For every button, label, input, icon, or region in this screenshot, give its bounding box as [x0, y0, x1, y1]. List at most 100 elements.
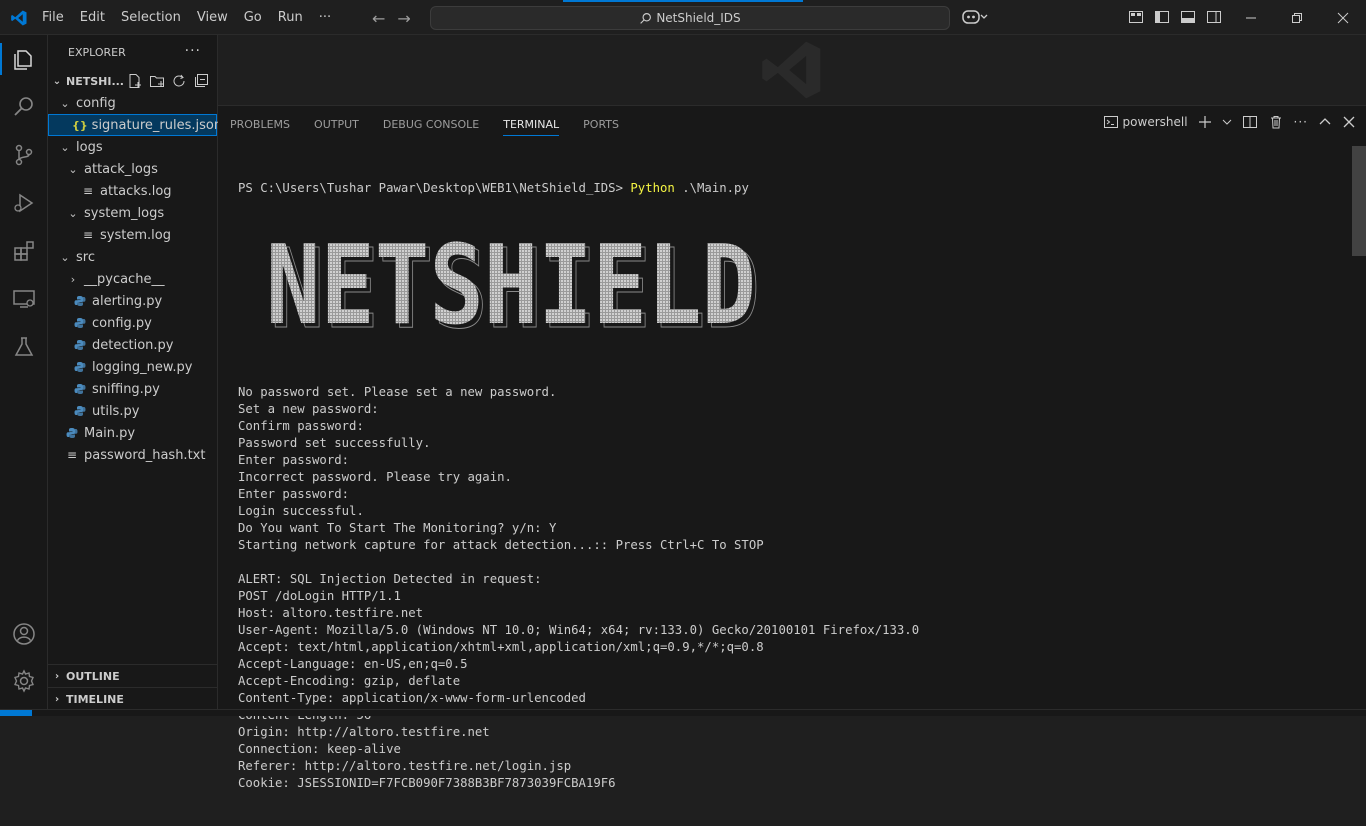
chevron-right-icon: ›: [54, 693, 60, 705]
tree-item-password-hash-txt[interactable]: ≡ password_hash.txt: [48, 444, 217, 466]
menu-edit[interactable]: Edit: [72, 10, 113, 25]
terminal-shell-name: powershell: [1122, 115, 1188, 129]
toggle-panel-icon[interactable]: [1180, 9, 1196, 25]
tree-item-logging-new-py[interactable]: logging_new.py: [48, 356, 217, 378]
terminal-line: Enter password:: [238, 487, 350, 501]
menu-file[interactable]: File: [34, 10, 72, 25]
extensions-icon[interactable]: [12, 239, 36, 263]
terminal-line: Accept-Encoding: gzip, deflate: [238, 674, 461, 688]
terminal-line: Confirm password:: [238, 419, 364, 433]
tree-item-signature-rules-json[interactable]: {} signature_rules.json: [48, 114, 222, 136]
remote-explorer-icon[interactable]: [12, 287, 36, 311]
toggle-primary-sidebar-icon[interactable]: [1154, 9, 1170, 25]
terminal-output[interactable]: PS C:\Users\Tushar Pawar\Desktop\WEB1\Ne…: [238, 146, 1348, 826]
tree-item-utils-py[interactable]: utils.py: [48, 400, 217, 422]
terminal-shell-badge[interactable]: powershell: [1103, 114, 1188, 130]
tree-item-src[interactable]: ⌄ src: [48, 246, 217, 268]
chevron-down-icon[interactable]: [1222, 117, 1232, 127]
panel-more-icon[interactable]: ···: [1294, 115, 1308, 129]
bottom-sections: › OUTLINE › TIMELINE: [48, 664, 218, 710]
terminal-command-python: Python: [630, 181, 675, 195]
file-tree: ⌄ config {} signature_rules.json ⌄ logs ⌄ attac…: [48, 92, 222, 466]
terminal-line: Accept: text/html,application/xhtml+xml,…: [238, 640, 764, 654]
tree-item-pycache[interactable]: › __pycache__: [48, 268, 217, 290]
tree-item-main-py[interactable]: Main.py: [48, 422, 217, 444]
banner-text: NETSHIELD: [266, 235, 756, 335]
project-section[interactable]: ⌄ NETSHI...: [48, 70, 217, 92]
terminal-line: Referer: http://altoro.testfire.net/logi…: [238, 759, 572, 773]
chevron-down-icon: ⌄: [68, 206, 78, 220]
refresh-icon[interactable]: [171, 73, 187, 89]
terminal-line: User-Agent: Mozilla/5.0 (Windows NT 10.0…: [238, 623, 920, 637]
tab-ports[interactable]: PORTS: [583, 106, 619, 142]
forward-arrow-icon[interactable]: →: [397, 9, 410, 28]
text-file-icon: ≡: [66, 448, 78, 462]
explorer-title: EXPLORER: [68, 46, 126, 59]
copilot-icon[interactable]: [962, 8, 988, 26]
collapse-all-icon[interactable]: [193, 73, 209, 89]
back-arrow-icon[interactable]: ←: [372, 9, 385, 28]
python-file-icon: [72, 317, 88, 329]
minimize-icon[interactable]: [1228, 0, 1274, 35]
outline-section[interactable]: › OUTLINE: [48, 664, 218, 687]
trash-icon[interactable]: [1268, 114, 1284, 130]
tree-item-label: src: [76, 249, 95, 265]
run-debug-icon[interactable]: [12, 191, 36, 215]
menu-view[interactable]: View: [189, 10, 236, 25]
title-progress-strip: [563, 0, 803, 2]
terminal-line: Origin: http://altoro.testfire.net: [238, 725, 490, 739]
tree-item-attack-logs[interactable]: ⌄ attack_logs: [48, 158, 217, 180]
source-control-icon[interactable]: [12, 143, 36, 167]
timeline-section[interactable]: › TIMELINE: [48, 687, 218, 710]
terminal-command-line: PS C:\Users\Tushar Pawar\Desktop\WEB1\Ne…: [238, 180, 1348, 197]
menu-go[interactable]: Go: [236, 10, 270, 25]
customize-layout-icon[interactable]: [1128, 9, 1144, 25]
accounts-icon[interactable]: [12, 622, 36, 646]
chevron-right-icon: ›: [54, 670, 60, 682]
split-terminal-icon[interactable]: [1242, 114, 1258, 130]
tree-item-label: signature_rules.json: [91, 117, 223, 133]
terminal-scrollbar[interactable]: [1352, 146, 1366, 256]
terminal-line: Accept-Language: en-US,en;q=0.5: [238, 657, 468, 671]
new-terminal-plus-icon[interactable]: [1198, 115, 1212, 129]
restore-icon[interactable]: [1274, 0, 1320, 35]
new-file-icon[interactable]: [127, 73, 143, 89]
tree-item-alerting-py[interactable]: alerting.py: [48, 290, 217, 312]
tree-item-system-logs[interactable]: ⌄ system_logs: [48, 202, 217, 224]
menu-run[interactable]: Run: [270, 10, 311, 25]
testing-flask-icon[interactable]: [12, 335, 36, 359]
tree-item-config-py[interactable]: config.py: [48, 312, 217, 334]
terminal-line: No password set. Please set a new passwo…: [238, 385, 557, 399]
close-panel-icon[interactable]: [1342, 115, 1356, 129]
tab-terminal[interactable]: TERMINAL: [503, 106, 559, 142]
chevron-right-icon: ›: [70, 272, 76, 286]
tree-item-config[interactable]: ⌄ config: [48, 92, 217, 114]
search-activity-icon[interactable]: [12, 95, 36, 119]
tree-item-logs[interactable]: ⌄ logs: [48, 136, 217, 158]
terminal-line: Starting network capture for attack dete…: [238, 538, 764, 552]
layout-controls: [1128, 9, 1222, 25]
tree-item-label: attack_logs: [84, 161, 158, 177]
new-folder-icon[interactable]: [149, 73, 165, 89]
toggle-secondary-sidebar-icon[interactable]: [1206, 9, 1222, 25]
tab-debug-console[interactable]: DEBUG CONSOLE: [383, 106, 479, 142]
tree-item-system-log[interactable]: ≡ system.log: [48, 224, 217, 246]
tree-item-detection-py[interactable]: detection.py: [48, 334, 217, 356]
python-file-icon: [72, 383, 88, 395]
explorer-more-icon[interactable]: ···: [185, 43, 201, 59]
tab-problems[interactable]: PROBLEMS: [230, 106, 290, 142]
tab-output[interactable]: OUTPUT: [314, 106, 359, 142]
menu-more[interactable]: ···: [311, 10, 339, 25]
explorer-icon[interactable]: [12, 47, 36, 71]
text-file-icon: ≡: [82, 228, 94, 242]
tree-item-sniffing-py[interactable]: sniffing.py: [48, 378, 217, 400]
command-center-search[interactable]: NetShield_IDS: [430, 6, 950, 30]
menu-selection[interactable]: Selection: [113, 10, 189, 25]
remote-indicator[interactable]: [0, 710, 32, 716]
settings-gear-icon[interactable]: [12, 669, 36, 693]
close-window-icon[interactable]: [1320, 0, 1366, 35]
panel-actions: powershell ···: [1103, 114, 1356, 130]
tree-item-attacks-log[interactable]: ≡ attacks.log: [48, 180, 217, 202]
maximize-panel-icon[interactable]: [1318, 115, 1332, 129]
